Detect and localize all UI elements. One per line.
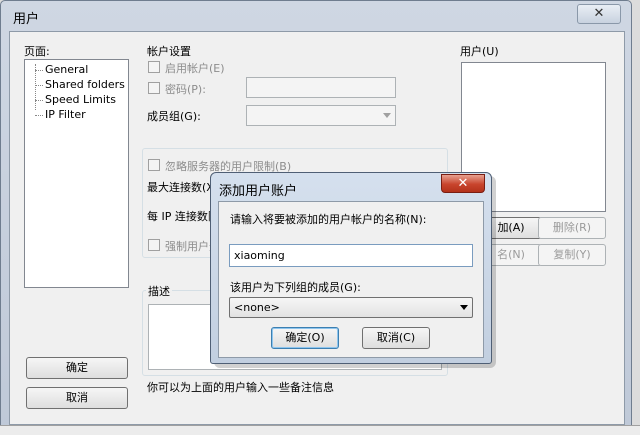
confirm-button[interactable]: 确定(O) [271, 327, 339, 349]
close-button[interactable]: ✕ [577, 4, 621, 24]
user-name-prompt: 请输入将要被添加的用户帐户的名称(N): [230, 213, 427, 226]
pages-label: 页面: [24, 45, 50, 58]
page-ip-filter[interactable]: IP Filter [45, 108, 86, 121]
add-user-dialog-body: 请输入将要被添加的用户帐户的名称(N): xiaoming 该用户为下列组的成员… [218, 201, 484, 358]
per-ip-connections-label: 每 IP 连接数限 [147, 210, 219, 223]
description-hint: 你可以为上面的用户输入一些备注信息 [147, 381, 334, 394]
tree-hook [35, 115, 43, 116]
password-field[interactable] [246, 77, 396, 98]
password-label: 密码(P): [165, 83, 206, 96]
password-checkbox[interactable] [148, 82, 160, 94]
users-label: 用户(U) [460, 45, 499, 58]
member-group-label: 成员组(G): [147, 110, 201, 123]
modal-cancel-button[interactable]: 取消(C) [362, 327, 430, 349]
page-shared-folders[interactable]: Shared folders [45, 78, 125, 91]
enable-account-label: 启用帐户(E) [165, 62, 225, 75]
enable-account-checkbox[interactable] [148, 61, 160, 73]
group-prompt: 该用户为下列组的成员(G): [230, 281, 361, 294]
pages-tree: General Shared folders Speed Limits IP F… [24, 59, 129, 288]
page-general[interactable]: General [45, 63, 88, 76]
tree-hook [35, 70, 43, 71]
max-connections-label: 最大连接数(X [147, 181, 214, 194]
dialog-title: 用户 [13, 12, 40, 27]
group-select-value: <none> [234, 301, 280, 314]
chevron-down-icon [460, 305, 468, 310]
description-label: 描述 [146, 283, 172, 299]
cancel-button[interactable]: 取消 [26, 387, 128, 409]
ok-button[interactable]: 确定 [26, 357, 128, 379]
group-select[interactable]: <none> [229, 297, 473, 318]
member-group-select[interactable] [246, 105, 396, 126]
account-settings-label: 帐户设置 [147, 45, 191, 58]
page-speed-limits[interactable]: Speed Limits [45, 93, 116, 106]
ignore-server-limits-checkbox[interactable] [148, 159, 160, 171]
copy-user-button[interactable]: 复制(Y) [538, 244, 606, 266]
tree-hook [35, 85, 43, 86]
tree-hook [35, 100, 43, 101]
close-icon[interactable]: ✕ [441, 174, 485, 193]
add-user-dialog-title: 添加用户账户 [219, 184, 298, 199]
delete-user-button[interactable]: 删除(R) [538, 217, 606, 239]
chevron-down-icon [383, 113, 391, 118]
user-name-input[interactable]: xiaoming [229, 244, 473, 267]
add-user-dialog: 添加用户账户 ✕ 请输入将要被添加的用户帐户的名称(N): xiaoming 该… [210, 172, 492, 364]
status-bar [0, 425, 640, 435]
force-ssl-checkbox[interactable] [148, 239, 160, 251]
